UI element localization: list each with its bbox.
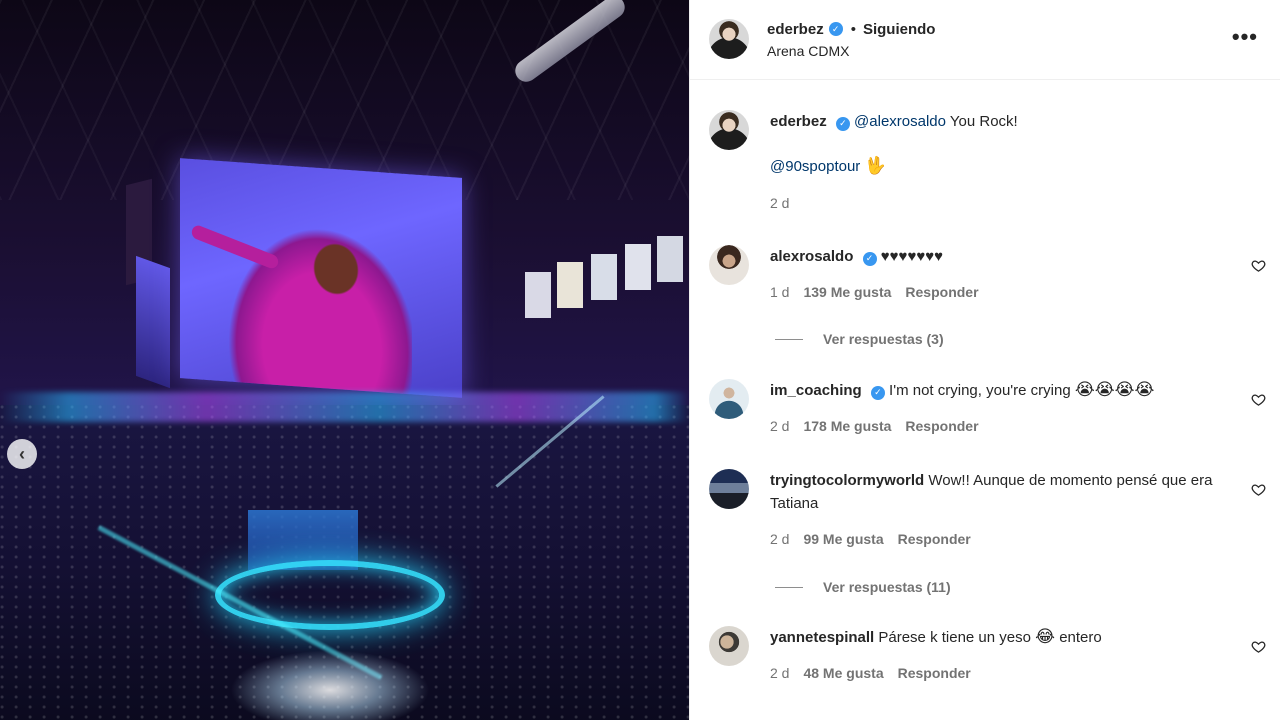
comments-list: ederbez ✓ @alexrosaldo You Rock! @90spop… bbox=[690, 80, 1280, 720]
caption-avatar[interactable] bbox=[709, 110, 749, 150]
view-replies-button[interactable]: Ver respuestas (3) bbox=[775, 331, 944, 347]
view-replies-label: Ver respuestas (3) bbox=[823, 331, 944, 347]
separator-dot: • bbox=[850, 20, 856, 38]
comment-item: yannetespinall Párese k tiene un yeso 😂 … bbox=[709, 626, 1280, 681]
comment-likes[interactable]: 48 Me gusta bbox=[803, 665, 883, 681]
caption: ederbez ✓ @alexrosaldo You Rock! @90spop… bbox=[709, 110, 1280, 211]
heart-outline-icon bbox=[1251, 260, 1266, 272]
verified-badge-icon: ✓ bbox=[862, 251, 877, 266]
comments-panel: ederbez ✓ • Siguiendo Arena CDMX ••• ede… bbox=[689, 0, 1280, 720]
comment-username[interactable]: tryingtocolormyworld bbox=[770, 472, 924, 489]
post-location[interactable]: Arena CDMX bbox=[767, 43, 935, 59]
replies-divider bbox=[775, 338, 803, 340]
main-video-screen bbox=[180, 158, 462, 398]
caption-text: You Rock! bbox=[949, 113, 1018, 130]
post-modal: ‹ ederbez ✓ • Siguiendo Arena CDMX ••• e… bbox=[0, 0, 1280, 720]
view-replies-button[interactable]: Ver respuestas (11) bbox=[775, 579, 951, 595]
following-button[interactable]: Siguiendo bbox=[863, 21, 936, 38]
verified-badge-icon: ✓ bbox=[870, 385, 885, 400]
heart-outline-icon bbox=[1251, 394, 1266, 406]
author-username[interactable]: ederbez bbox=[767, 21, 824, 38]
reply-button[interactable]: Responder bbox=[905, 418, 978, 434]
replies-divider bbox=[775, 586, 803, 588]
like-comment-button[interactable] bbox=[1251, 639, 1266, 654]
crying-emoji: 😭😭😭😭 bbox=[1074, 380, 1155, 400]
flags-banner bbox=[525, 232, 689, 332]
comment-username[interactable]: alexrosaldo bbox=[770, 248, 853, 265]
more-horizontal-icon: ••• bbox=[1231, 24, 1258, 49]
caption-tag[interactable]: @90spoptour bbox=[770, 158, 860, 175]
comment-text: I'm not crying, you're crying bbox=[889, 382, 1071, 399]
performer-image bbox=[212, 200, 412, 398]
chevron-left-icon: ‹ bbox=[19, 443, 25, 464]
comment-username[interactable]: im_coaching bbox=[770, 382, 862, 399]
reply-button[interactable]: Responder bbox=[898, 531, 971, 547]
caption-mention[interactable]: @alexrosaldo bbox=[854, 113, 946, 130]
comment-likes[interactable]: 99 Me gusta bbox=[803, 531, 883, 547]
comment-item: im_coaching ✓ I'm not crying, you're cry… bbox=[709, 379, 1280, 434]
commenter-avatar[interactable] bbox=[709, 245, 749, 285]
reply-button[interactable]: Responder bbox=[905, 284, 978, 300]
heart-outline-icon bbox=[1251, 484, 1266, 496]
side-video-screen bbox=[136, 255, 170, 389]
laughing-emoji: 😂 bbox=[1035, 627, 1056, 647]
commenter-avatar[interactable] bbox=[709, 626, 749, 666]
vulcan-salute-emoji: 🖖 bbox=[864, 156, 886, 176]
like-comment-button[interactable] bbox=[1251, 482, 1266, 497]
verified-badge-icon: ✓ bbox=[835, 116, 850, 131]
comment-time[interactable]: 2 d bbox=[770, 531, 789, 547]
comment-time[interactable]: 2 d bbox=[770, 418, 789, 434]
like-comment-button[interactable] bbox=[1251, 258, 1266, 273]
view-replies-label: Ver respuestas (11) bbox=[823, 579, 951, 595]
stage-glow bbox=[230, 650, 430, 720]
ring-lights bbox=[0, 392, 689, 422]
caption-username[interactable]: ederbez bbox=[770, 113, 827, 130]
heart-outline-icon bbox=[1251, 641, 1266, 653]
author-avatar[interactable] bbox=[709, 18, 749, 59]
carousel-prev-button[interactable]: ‹ bbox=[7, 439, 37, 469]
comment-username[interactable]: yannetespinall bbox=[770, 629, 874, 646]
comment-text: Párese k tiene un yeso bbox=[878, 629, 1031, 646]
commenter-avatar[interactable] bbox=[709, 379, 749, 419]
post-header: ederbez ✓ • Siguiendo Arena CDMX ••• bbox=[690, 0, 1280, 80]
commenter-avatar[interactable] bbox=[709, 469, 749, 509]
comment-item: alexrosaldo ✓ ♥♥♥♥♥♥♥ 1 d 139 Me gusta R… bbox=[709, 245, 1280, 300]
like-comment-button[interactable] bbox=[1251, 392, 1266, 407]
comment-likes[interactable]: 139 Me gusta bbox=[803, 284, 891, 300]
comment-likes[interactable]: 178 Me gusta bbox=[803, 418, 891, 434]
post-photo[interactable]: ‹ bbox=[0, 0, 689, 720]
stage-ring bbox=[215, 560, 445, 630]
comment-text: ♥♥♥♥♥♥♥ bbox=[880, 248, 944, 265]
comment-text-end: entero bbox=[1059, 629, 1102, 646]
reply-button[interactable]: Responder bbox=[898, 665, 971, 681]
caption-time[interactable]: 2 d bbox=[770, 195, 789, 211]
verified-badge-icon: ✓ bbox=[828, 22, 843, 36]
comment-time[interactable]: 1 d bbox=[770, 284, 789, 300]
comment-item: tryingtocolormyworld Wow!! Aunque de mom… bbox=[709, 469, 1280, 547]
more-options-button[interactable]: ••• bbox=[1232, 26, 1258, 48]
comment-time[interactable]: 2 d bbox=[770, 665, 789, 681]
